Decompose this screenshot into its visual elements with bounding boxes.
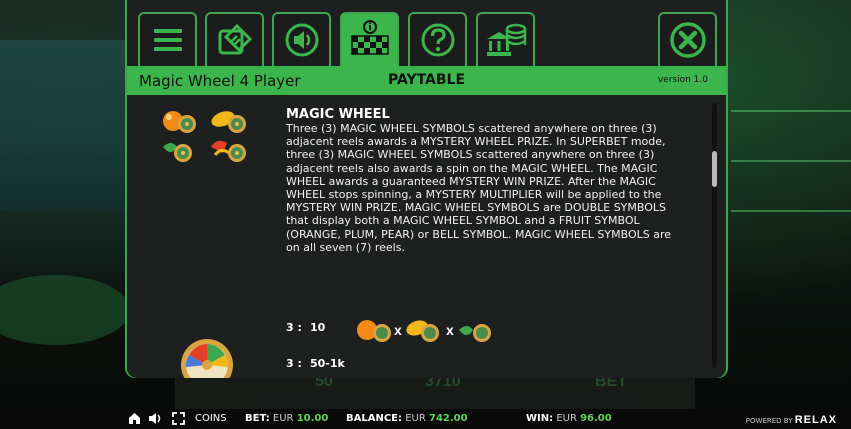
paytable-icon [350,20,389,55]
status-bar: COINS BET: EUR 10.00 BALANCE: EUR 742.00… [0,409,851,429]
magic-wheel-icon [181,339,233,378]
payout-count: 3 : [286,357,302,370]
fullscreen-icon[interactable] [172,412,185,425]
paytable-panel: Magic Wheel 4 Player PAYTABLE version 1.… [125,0,728,378]
balance-currency: EUR [405,413,426,424]
bank-icon [486,23,526,56]
payout-count: 3 : [286,321,302,334]
magic-wheel-symbols-image [163,111,246,162]
paytable-content[interactable]: MAGIC WHEEL Three (3) MAGIC WHEEL SYMBOL… [127,95,726,378]
win-label: WIN: [526,413,554,424]
sound-icon [285,23,318,57]
bet-label: BET: [245,413,270,424]
scrollbar-thumb[interactable] [712,151,717,187]
coins-toggle[interactable]: COINS [195,413,227,424]
relax-logo: RELAX [794,414,837,426]
close-icon [669,22,706,58]
bet-currency: EUR [272,413,294,424]
tab-bet-settings[interactable] [205,12,264,66]
orange-wheel-icon [163,111,196,133]
symbol-combination: x x [355,316,505,346]
combo-separator: x [446,322,454,338]
balance-display: BALANCE: EUR 742.00 [346,413,468,424]
combination-symbols-icon [357,320,491,342]
bell-wheel-icon [211,140,246,162]
home-icon[interactable] [128,412,141,425]
tab-paytable[interactable] [340,12,399,66]
win-currency: EUR [556,413,577,424]
sound-icon[interactable] [148,412,162,425]
tab-bank[interactable] [476,12,535,66]
background-aquarium [0,40,128,210]
background-shelf [731,210,851,212]
win-display: WIN: EUR 96.00 [526,413,612,424]
bet-display: BET: EUR 10.00 [245,413,328,424]
symbol-title: MAGIC WHEEL [286,107,390,122]
section-title: PAYTABLE [387,72,466,88]
win-value: 96.00 [580,413,612,424]
payout-row: 3 : 50-1k [286,357,345,370]
background-shelf [731,110,851,112]
menu-icon [153,29,182,51]
pear-wheel-icon [211,111,246,133]
tab-sound[interactable] [272,12,331,66]
scrollbar-track[interactable] [712,103,717,368]
tab-bar [138,12,718,66]
bet-value: 10.00 [296,413,329,424]
payout-value: 10 [310,321,326,334]
balance-value: 742.00 [428,413,468,424]
bet-settings-icon [218,23,252,55]
version-label: version 1.0 [657,75,708,85]
help-icon [421,23,454,57]
balance-label: BALANCE: [346,413,403,424]
tab-help[interactable] [408,12,467,66]
background-shelf [731,160,851,162]
plum-wheel-icon [163,143,192,162]
symbol-description: Three (3) MAGIC WHEEL SYMBOLS scattered … [286,122,672,254]
payout-value: 50-1k [310,357,345,370]
tab-menu[interactable] [138,12,197,66]
combo-separator: x [394,322,402,338]
paytable-header: Magic Wheel 4 Player PAYTABLE version 1.… [127,66,726,95]
powered-by: POWERED BY RELAX [746,414,837,426]
tab-close[interactable] [658,12,717,66]
powered-by-label: POWERED BY [745,417,793,425]
payout-row: 3 : 10 [286,321,325,334]
